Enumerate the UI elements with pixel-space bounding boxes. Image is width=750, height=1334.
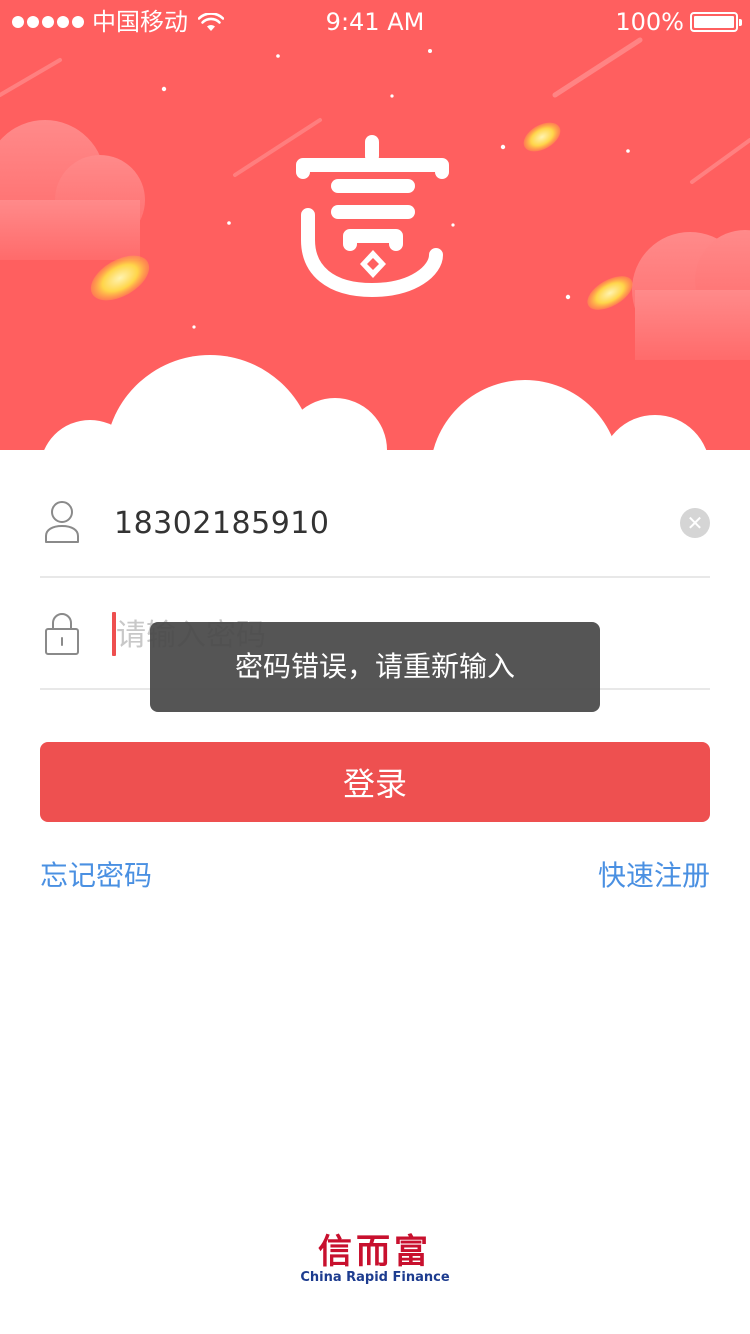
hero-banner: 中国移动 9:41 AM 100% — [0, 0, 750, 450]
status-bar: 中国移动 9:41 AM 100% — [0, 0, 750, 44]
coin — [523, 122, 561, 152]
streak — [0, 58, 62, 97]
phone-field-row: 18302185910 ✕ — [40, 450, 710, 578]
battery-icon — [690, 12, 742, 32]
phone-input[interactable]: 18302185910 — [114, 506, 329, 542]
brand-name-en: China Rapid Finance — [300, 1270, 450, 1285]
cloud-bottom — [44, 355, 707, 450]
brand-name-cn: 信而富 — [318, 1232, 432, 1272]
streak — [690, 138, 750, 184]
cloud-left — [0, 120, 145, 260]
streak — [552, 37, 643, 98]
battery-percent: 100% — [615, 8, 684, 36]
clear-input-button[interactable]: ✕ — [680, 508, 710, 538]
login-button[interactable]: 登录 — [40, 742, 710, 822]
cloud-right — [632, 230, 750, 360]
error-toast: 密码错误，请重新输入 — [150, 622, 600, 712]
user-icon — [45, 501, 79, 543]
coin — [587, 276, 633, 310]
hero-illustration — [0, 37, 750, 450]
close-icon: ✕ — [686, 511, 704, 535]
forgot-password-link[interactable]: 忘记密码 — [40, 858, 152, 894]
footer-brand-logo: 信而富 China Rapid Finance — [0, 1234, 750, 1286]
quick-register-link[interactable]: 快速注册 — [598, 858, 710, 894]
login-form: 18302185910 ✕ 登录 忘记密码 快速注册 — [40, 450, 710, 892]
